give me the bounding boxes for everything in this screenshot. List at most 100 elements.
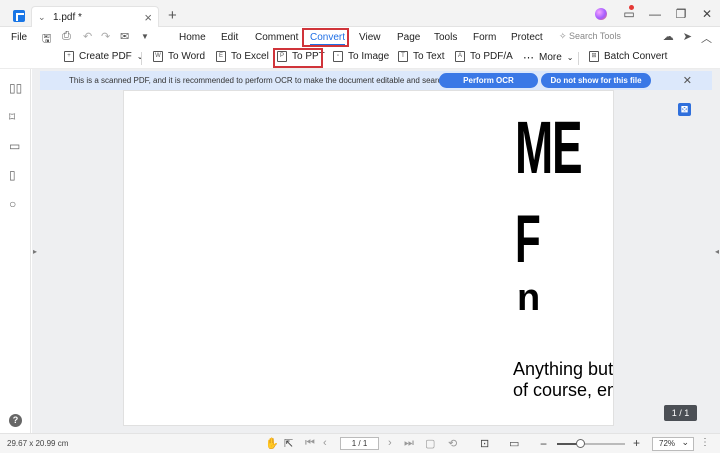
select-tool-icon[interactable]: ⇱ — [284, 437, 293, 450]
chevron-down-icon: ⌄ — [566, 53, 574, 62]
ocr-banner-message: This is a scanned PDF, and it is recomme… — [69, 76, 464, 85]
perform-ocr-button[interactable]: Perform OCR — [439, 73, 538, 88]
more-button[interactable]: ⋯ More ⌄ — [523, 51, 574, 64]
menu-file[interactable]: File — [11, 32, 27, 43]
display-mode-icon[interactable]: ▭ — [509, 437, 519, 450]
excel-icon: E — [216, 51, 226, 62]
print-icon[interactable]: ⎙ — [62, 30, 71, 43]
sparkle-search-icon: ✧ — [559, 31, 570, 41]
send-icon[interactable]: ➤ — [683, 30, 692, 46]
more-icon: ⋯ — [523, 52, 534, 64]
to-word-button[interactable]: W To Word — [153, 51, 205, 62]
quick-access-dropdown-icon[interactable]: ▼ — [141, 32, 149, 41]
to-word-label: To Word — [168, 51, 206, 62]
comment-panel-icon[interactable]: ▭ — [9, 139, 20, 153]
menu-edit[interactable]: Edit — [221, 32, 238, 43]
page-number-input[interactable]: 1 / 1 — [340, 437, 379, 450]
menu-comment[interactable]: Comment — [255, 32, 298, 43]
tab-close-icon[interactable]: × — [144, 10, 152, 25]
word-icon: W — [153, 51, 163, 62]
title-bar: ⌄ 1.pdf * × + ▭ — ❐ ✕ — [0, 0, 720, 28]
to-text-button[interactable]: T To Text — [398, 51, 445, 62]
ai-assistant-icon[interactable]: ⊠ — [678, 103, 691, 116]
collapse-ribbon-icon[interactable]: ︿ — [701, 30, 712, 46]
mail-icon[interactable]: ✉ — [120, 30, 129, 43]
text-icon: T — [398, 51, 408, 62]
ocr-banner: This is a scanned PDF, and it is recomme… — [40, 71, 712, 100]
to-ppt-highlight-box — [273, 48, 323, 68]
minimize-button[interactable]: — — [642, 7, 668, 21]
app-logo — [13, 10, 25, 22]
create-pdf-label: Create PDF — [79, 51, 132, 62]
to-pdfa-button[interactable]: A To PDF/A — [455, 51, 513, 62]
document-tab[interactable]: ⌄ 1.pdf * × — [31, 6, 159, 28]
create-pdf-button[interactable]: +Create PDF⌄ — [64, 51, 144, 62]
thumbnails-icon[interactable]: ▯▯ — [9, 81, 22, 95]
page-indicator-badge: 1 / 1 — [664, 405, 697, 421]
to-excel-button[interactable]: E To Excel — [216, 51, 269, 62]
fit-page-icon[interactable]: ▢ — [425, 437, 435, 450]
status-bar: 29.67 x 20.99 cm ✋ ⇱ ⏮ ‹ 1 / 1 › ⏭ ▢ ⟲ ⊡… — [0, 433, 720, 453]
menu-tools[interactable]: Tools — [434, 32, 457, 43]
zoom-slider[interactable] — [557, 439, 625, 448]
menu-bar: File 🖫 ⎙ ↶ ↷ ✉ ▼ Home Edit Comment Conve… — [0, 27, 720, 47]
rotate-icon[interactable]: ⟲ — [448, 437, 457, 450]
page-text-line1: Anything but c — [513, 359, 614, 379]
page-text-line2: of course, emi — [513, 380, 613, 400]
bookmark-icon[interactable]: ⌑ — [9, 110, 15, 124]
convert-highlight-box — [302, 28, 349, 47]
close-window-button[interactable]: ✕ — [694, 7, 720, 21]
batch-convert-button[interactable]: ⊞ Batch Convert — [589, 51, 667, 62]
more-options-icon[interactable]: ⋮ — [700, 437, 710, 448]
cloud-upload-icon[interactable]: ☁ — [663, 30, 674, 46]
tab-title: 1.pdf * — [53, 12, 82, 23]
undo-icon[interactable]: ↶ — [83, 30, 92, 43]
menu-page[interactable]: Page — [397, 32, 420, 43]
search-placeholder: Search Tools — [569, 31, 621, 41]
first-page-icon[interactable]: ⏮ — [305, 437, 315, 450]
zoom-in-button[interactable]: + — [633, 436, 640, 450]
create-pdf-icon: + — [64, 51, 74, 62]
new-tab-button[interactable]: + — [168, 7, 177, 24]
notification-icon[interactable]: ▭ — [616, 4, 642, 21]
page-layout-icon[interactable]: ⊡ — [480, 437, 489, 450]
search-tools[interactable]: ✧ Search Tools — [559, 31, 621, 42]
page-heading-line1: ME — [515, 106, 583, 189]
dont-show-again-button[interactable]: Do not show for this file again. — [541, 73, 651, 100]
pdf-page: ME F n Anything but c of course, emi — [123, 90, 614, 426]
menu-home[interactable]: Home — [179, 32, 206, 43]
help-icon[interactable]: ? — [9, 414, 22, 427]
tab-chevron-icon[interactable]: ⌄ — [38, 12, 46, 23]
menu-form[interactable]: Form — [473, 32, 496, 43]
close-banner-icon[interactable]: ✕ — [683, 74, 692, 87]
expand-left-panel-icon[interactable]: ▸ — [33, 247, 37, 256]
pdfa-icon: A — [455, 51, 465, 62]
image-icon: ▫ — [333, 51, 343, 62]
prev-page-icon[interactable]: ‹ — [323, 437, 327, 449]
redo-icon[interactable]: ↷ — [101, 30, 110, 43]
page-heading-line3: n — [517, 277, 541, 319]
hand-tool-icon[interactable]: ✋ — [265, 437, 279, 450]
page-heading-line2: F — [515, 201, 541, 277]
menu-view[interactable]: View — [359, 32, 381, 43]
zoom-slider-thumb[interactable] — [576, 439, 585, 448]
restore-button[interactable]: ❐ — [668, 7, 694, 21]
to-excel-label: To Excel — [231, 51, 269, 62]
account-avatar[interactable] — [595, 7, 607, 20]
divider — [578, 52, 579, 65]
left-sidebar: ▯▯ ⌑ ▭ ▯ ○ ? — [0, 69, 31, 433]
expand-right-panel-icon[interactable]: ◂ — [715, 247, 719, 256]
menu-protect[interactable]: Protect — [511, 32, 543, 43]
search-icon[interactable]: ○ — [9, 197, 16, 211]
divider — [141, 52, 142, 65]
batch-convert-icon: ⊞ — [589, 51, 599, 62]
zoom-level-select[interactable]: 72% — [652, 436, 694, 451]
zoom-out-button[interactable]: − — [540, 437, 547, 451]
to-image-label: To Image — [348, 51, 390, 62]
convert-toolbar: +Create PDF⌄ WTo Word ETo Excel PTo PPT … — [0, 47, 720, 69]
attachment-icon[interactable]: ▯ — [9, 168, 16, 182]
last-page-icon[interactable]: ⏭ — [404, 437, 414, 450]
to-image-button[interactable]: ▫ To Image — [333, 51, 389, 62]
to-text-label: To Text — [413, 51, 445, 62]
next-page-icon[interactable]: › — [388, 437, 392, 449]
